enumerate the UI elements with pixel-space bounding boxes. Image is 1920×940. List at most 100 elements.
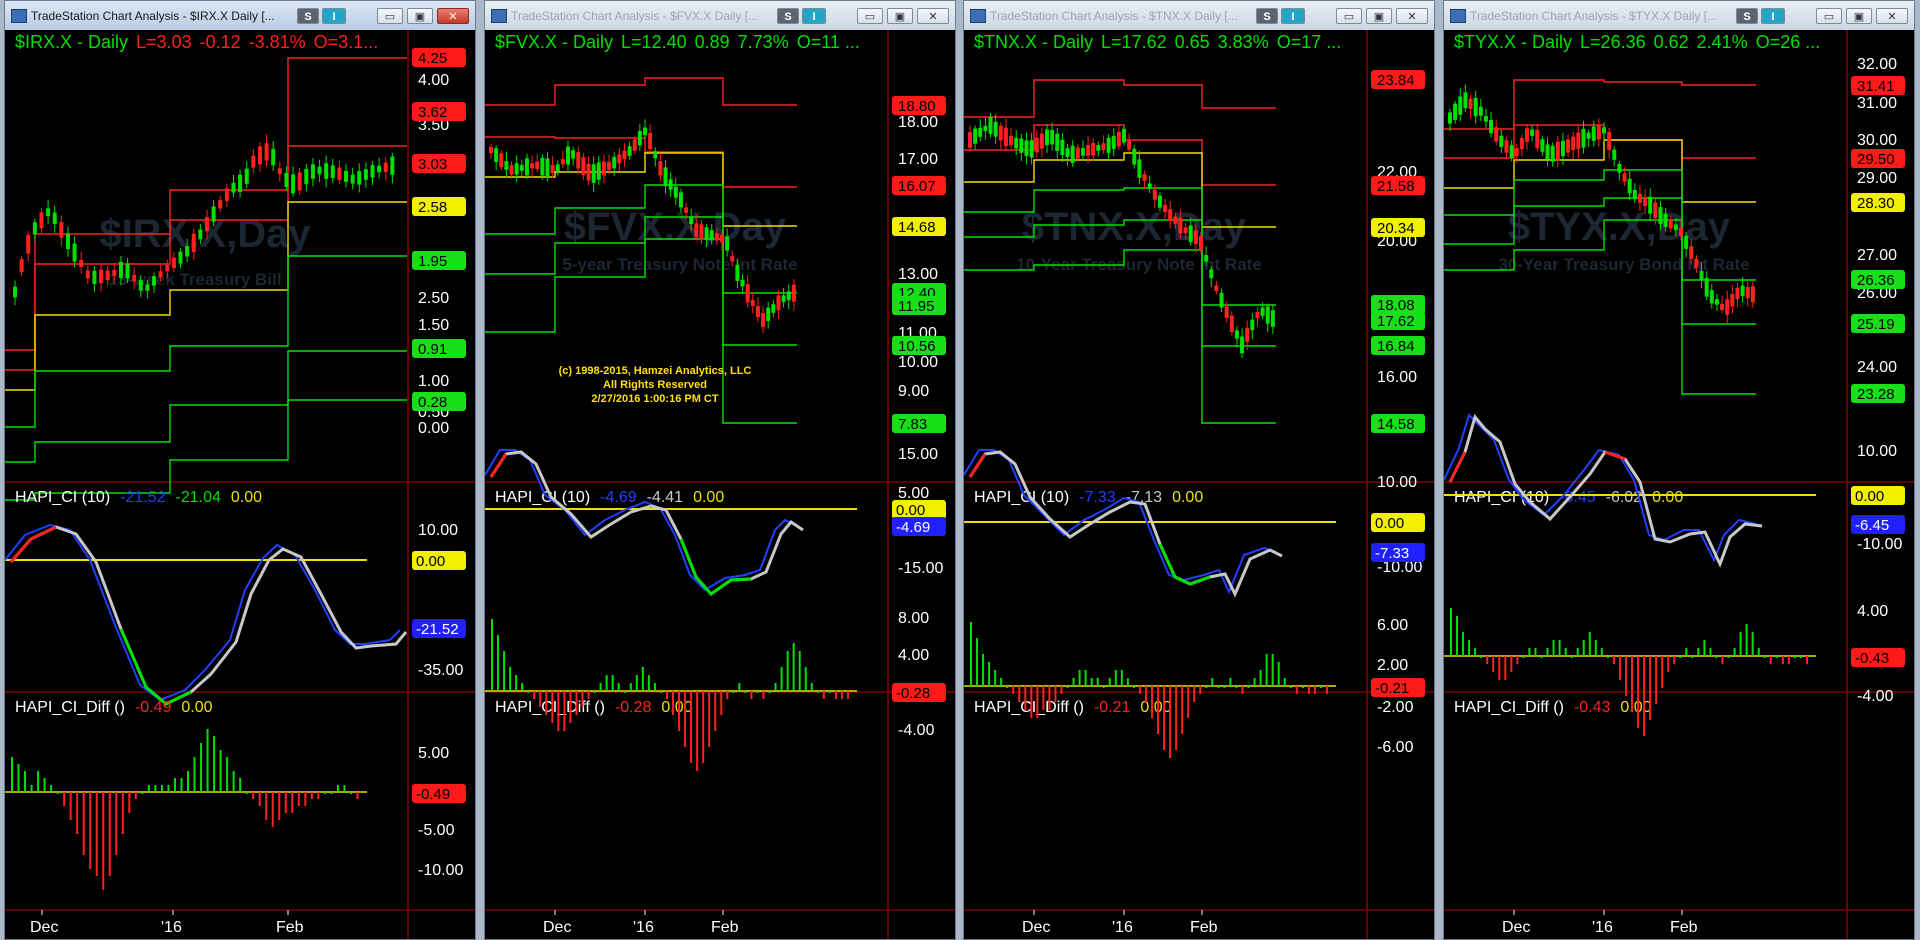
candle-body	[1612, 149, 1617, 160]
chart-area[interactable]: $TNX.X,Day10-Year Treasury Note Int Rate…	[964, 30, 1435, 940]
ci-axis-tick: 15.00	[898, 446, 938, 463]
candle-body	[1075, 147, 1080, 159]
diff-bar	[1727, 656, 1730, 658]
price-level-label: 2.58	[412, 197, 466, 216]
minimize-button[interactable]: ▭	[1336, 8, 1362, 24]
candle-body	[1473, 97, 1478, 117]
diff-bar	[1138, 686, 1141, 694]
candle-body	[291, 174, 296, 194]
interval-link-button[interactable]: I	[322, 8, 346, 24]
candle-body	[1034, 137, 1039, 153]
candle-body	[1096, 145, 1101, 151]
close-button[interactable]: ✕	[437, 8, 469, 24]
diff-bar	[1763, 656, 1766, 658]
maximize-button[interactable]: ▣	[1366, 8, 1392, 24]
candle-body	[1250, 319, 1255, 331]
chart-area[interactable]: $TYX.X,Day 30-Year Treasury Bond Int Rate…	[1444, 30, 1915, 940]
diff-bar	[527, 691, 530, 693]
diff-bar	[121, 792, 124, 834]
diff-bar	[1781, 656, 1784, 664]
window-titlebar[interactable]: TradeStation Chart Analysis - $IRX.X Dai…	[5, 1, 475, 31]
diff-bar	[1492, 656, 1495, 672]
ci-value: -7.33	[1375, 545, 1409, 562]
window-titlebar[interactable]: TradeStation Chart Analysis - $TNX.X Dai…	[964, 1, 1434, 31]
window-titlebar[interactable]: TradeStation Chart Analysis - $TYX.X Dai…	[1444, 1, 1914, 31]
candle-body	[637, 130, 642, 146]
candle-body	[330, 165, 335, 179]
price-title-L: L=26.36	[1580, 32, 1646, 52]
price-axis-tick: 16.00	[1377, 369, 1417, 386]
candle-body	[596, 162, 601, 180]
candle-body	[1679, 228, 1683, 236]
diff-bar	[213, 736, 216, 792]
interval-link-button[interactable]: I	[1761, 8, 1785, 24]
candle-body	[576, 152, 581, 169]
minimize-button[interactable]: ▭	[1816, 8, 1842, 24]
chart-area[interactable]: $IRX.X,Day13-week Treasury Bill$IRX.X - …	[5, 30, 476, 940]
candle-body	[1019, 138, 1024, 153]
interval-link-button[interactable]: I	[1281, 8, 1305, 24]
diff-bar	[726, 691, 729, 699]
diff-bar	[154, 785, 157, 792]
date-label: Dec	[1502, 919, 1530, 936]
price-level-value: 25.19	[1857, 316, 1895, 333]
diff-bar	[1558, 640, 1561, 656]
chart-window-2[interactable]: TradeStation Chart Analysis - $FVX.X Dai…	[484, 0, 956, 940]
candle-body	[178, 251, 183, 264]
candle-body	[586, 163, 591, 181]
diff-bar	[1060, 686, 1063, 694]
price-level-value: 21.58	[1377, 178, 1415, 195]
symbol-link-button[interactable]: S	[777, 8, 799, 24]
diff-bar	[1289, 686, 1292, 688]
symbol-link-button[interactable]: S	[1256, 8, 1278, 24]
diff-bar	[1582, 640, 1585, 656]
candle-body	[1080, 147, 1085, 156]
diff-bar	[750, 691, 753, 699]
chart-window-1[interactable]: TradeStation Chart Analysis - $IRX.X Dai…	[4, 0, 476, 940]
candle-body	[1152, 189, 1157, 200]
candle-body	[514, 163, 519, 175]
close-button[interactable]: ✕	[917, 8, 949, 24]
minimize-button[interactable]: ▭	[377, 8, 403, 24]
candle-body	[1168, 209, 1173, 222]
price-axis-tick: 10.00	[898, 354, 938, 371]
price-level-value: 16.84	[1377, 338, 1415, 355]
diff-bar	[659, 691, 662, 693]
candle-body	[1204, 255, 1209, 262]
price-level-value: 31.41	[1857, 78, 1895, 95]
candle-body	[1127, 139, 1132, 150]
symbol-link-button[interactable]: S	[297, 8, 319, 24]
close-button[interactable]: ✕	[1396, 8, 1428, 24]
diff-bar	[141, 792, 144, 794]
candle-body	[998, 125, 1003, 141]
candle-body	[1735, 287, 1740, 300]
candle-body	[1219, 292, 1224, 308]
candle-body	[1622, 173, 1627, 182]
diff-axis-tick: 6.00	[1377, 617, 1408, 634]
minimize-button[interactable]: ▭	[857, 8, 883, 24]
price-level-label: 31.41	[1851, 76, 1905, 95]
candle-body	[1745, 286, 1750, 299]
diff-bar	[1793, 656, 1796, 658]
candle-body	[540, 157, 545, 176]
maximize-button[interactable]: ▣	[1846, 8, 1872, 24]
chart-window-4[interactable]: TradeStation Chart Analysis - $TYX.X Dai…	[1443, 0, 1915, 940]
tradestation-app-icon	[970, 9, 986, 23]
chart-window-3[interactable]: TradeStation Chart Analysis - $TNX.X Dai…	[963, 0, 1435, 940]
symbol-link-button[interactable]: S	[1736, 8, 1758, 24]
candle-body	[46, 208, 51, 217]
candle-body	[158, 271, 163, 278]
diff-bar	[1301, 686, 1304, 688]
candle-body	[132, 274, 137, 282]
window-titlebar[interactable]: TradeStation Chart Analysis - $FVX.X Dai…	[485, 1, 955, 31]
price-pane-title: $FVX.X - Daily L=12.40 0.89 7.73% O=11 ...	[495, 32, 860, 52]
chart-area[interactable]: $FVX.X,Day5-year Treasury Note Int Rate(…	[485, 30, 956, 940]
maximize-button[interactable]: ▣	[407, 8, 433, 24]
diff-indicator-title: HAPI_CI_Diff () -0.28 0.00	[495, 699, 693, 716]
maximize-button[interactable]: ▣	[887, 8, 913, 24]
diff-bar	[786, 651, 789, 691]
close-button[interactable]: ✕	[1876, 8, 1908, 24]
interval-link-button[interactable]: I	[802, 8, 826, 24]
candle-body	[224, 188, 229, 201]
diff-bar	[1480, 656, 1483, 658]
